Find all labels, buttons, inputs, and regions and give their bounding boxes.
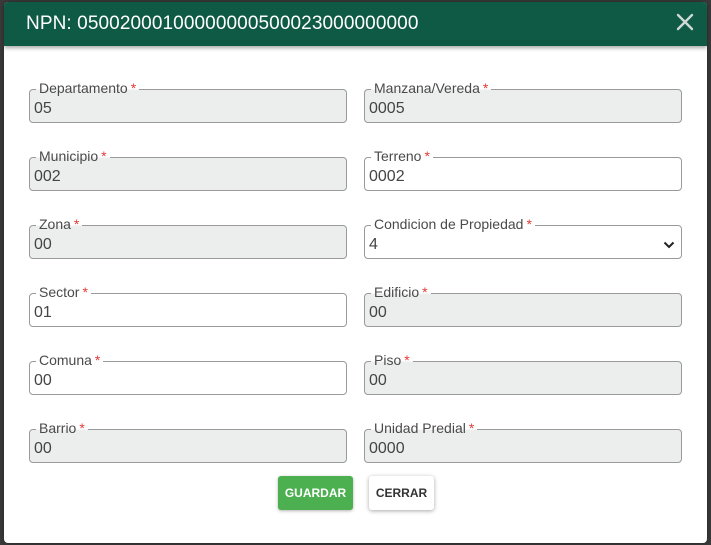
piso-label: Piso * <box>371 352 413 368</box>
unidad-predial-field[interactable]: Unidad Predial * 0000 <box>364 420 682 463</box>
zona-label: Zona * <box>36 216 83 232</box>
comuna-label: Comuna * <box>36 352 104 368</box>
piso-field[interactable]: Piso * 00 <box>364 352 682 395</box>
terreno-field[interactable]: Terreno * 0002 <box>364 148 682 191</box>
barrio-field[interactable]: Barrio * 00 <box>29 420 347 463</box>
modal-header: NPN: 05002000100000000500023000000000 <box>4 2 707 46</box>
edificio-field[interactable]: Edificio * 00 <box>364 284 682 327</box>
comuna-field[interactable]: Comuna * 00 <box>29 352 347 395</box>
cancel-button[interactable]: CERRAR <box>369 476 434 510</box>
condicion-propiedad-value: 4 <box>369 236 378 253</box>
municipio-field[interactable]: Municipio * 002 <box>29 148 347 191</box>
piso-value: 00 <box>369 372 387 389</box>
terreno-value: 0002 <box>369 168 405 185</box>
municipio-label: Municipio * <box>36 148 110 164</box>
modal-title: NPN: 05002000100000000500023000000000 <box>26 13 419 34</box>
save-button[interactable]: GUARDAR <box>278 476 353 510</box>
condicion-propiedad-label: Condicion de Propiedad * <box>371 216 535 232</box>
edificio-value: 00 <box>369 304 387 321</box>
sector-label: Sector * <box>36 284 91 300</box>
zona-field[interactable]: Zona * 00 <box>29 216 347 259</box>
manzana-vereda-field[interactable]: Manzana/Vereda * 0005 <box>364 80 682 123</box>
comuna-value: 00 <box>34 372 52 389</box>
zona-value: 00 <box>34 236 52 253</box>
unidad-predial-value: 0000 <box>369 440 405 457</box>
terreno-label: Terreno * <box>371 148 433 164</box>
sector-value: 01 <box>34 304 52 321</box>
chevron-down-icon[interactable] <box>663 237 675 255</box>
npn-modal: NPN: 05002000100000000500023000000000 De… <box>4 2 707 543</box>
condicion-propiedad-select[interactable]: Condicion de Propiedad * 4 <box>364 216 682 259</box>
sector-field[interactable]: Sector * 01 <box>29 284 347 327</box>
close-icon[interactable] <box>673 10 697 34</box>
barrio-value: 00 <box>34 440 52 457</box>
manzana-vereda-value: 0005 <box>369 100 405 117</box>
departamento-field[interactable]: Departamento * 05 <box>29 80 347 123</box>
manzana-vereda-label: Manzana/Vereda * <box>371 80 492 96</box>
unidad-predial-label: Unidad Predial * <box>371 420 478 436</box>
departamento-label: Departamento * <box>36 80 140 96</box>
barrio-label: Barrio * <box>36 420 88 436</box>
departamento-value: 05 <box>34 100 52 117</box>
municipio-value: 002 <box>34 168 61 185</box>
edificio-label: Edificio * <box>371 284 431 300</box>
